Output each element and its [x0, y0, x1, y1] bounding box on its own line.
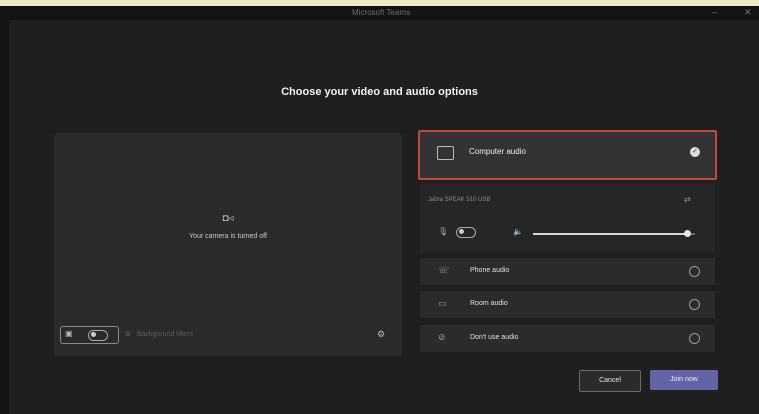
toggle-knob — [91, 332, 96, 337]
camera-off-icon: ◘◃ — [222, 213, 234, 224]
close-icon[interactable]: ✕ — [744, 7, 752, 18]
join-now-button[interactable]: Join now — [650, 370, 718, 390]
toggle-knob — [459, 229, 464, 234]
volume-slider[interactable] — [533, 230, 695, 237]
dont-use-audio-option[interactable]: ⊘ Don't use audio — [420, 325, 715, 352]
window-title: Microsoft Teams — [352, 8, 411, 17]
background-filters-label: Background filters — [136, 331, 193, 338]
volume-handle[interactable] — [683, 230, 691, 237]
phone-icon: ☏ — [438, 265, 450, 275]
video-preview: ◘◃ Your camera is turned off ▣ ⊠ Backgrou… — [54, 133, 402, 356]
phone-audio-option[interactable]: ☏ Phone audio — [420, 258, 715, 285]
room-audio-radio[interactable] — [689, 299, 700, 310]
selected-check-icon: ✓ — [690, 147, 700, 157]
microphone-toggle[interactable] — [456, 227, 476, 238]
dont-use-audio-radio[interactable] — [689, 333, 700, 344]
speaker-icon: 🔈 — [513, 227, 523, 236]
background-filters-button[interactable]: ⊠ Background filters — [125, 330, 193, 338]
computer-audio-option[interactable]: Computer audio ✓ — [418, 130, 717, 180]
no-audio-icon: ⊘ — [438, 332, 446, 342]
phone-audio-label: Phone audio — [470, 267, 510, 274]
camera-status: Your camera is turned off — [189, 233, 267, 240]
audio-device-name[interactable]: Jabra SPEAK 510 USB — [428, 197, 490, 203]
room-audio-option[interactable]: ▭ Room audio — [420, 291, 715, 318]
phone-audio-radio[interactable] — [689, 266, 700, 277]
computer-audio-label: Computer audio — [469, 147, 526, 156]
dont-use-audio-label: Don't use audio — [470, 334, 519, 341]
title-bar: Microsoft Teams – ✕ — [0, 6, 759, 20]
window-frame — [0, 20, 9, 414]
cancel-button[interactable]: Cancel — [579, 370, 641, 392]
camera-icon: ▣ — [65, 329, 73, 338]
room-audio-label: Room audio — [470, 300, 508, 307]
camera-toggle-group[interactable]: ▣ — [60, 326, 119, 344]
page-title: Choose your video and audio options — [281, 86, 478, 98]
minimize-icon[interactable]: – — [712, 7, 717, 17]
computer-audio-icon — [437, 146, 454, 160]
microphone-icon: 🎙 — [438, 227, 449, 236]
audio-device-settings: Jabra SPEAK 510 USB ⇄ 🎙 🔈 — [420, 184, 715, 253]
room-icon: ▭ — [438, 298, 447, 308]
camera-toggle[interactable] — [88, 330, 108, 341]
device-settings-icon[interactable]: ⇄ — [684, 195, 691, 204]
background-filters-icon: ⊠ — [125, 331, 131, 338]
settings-icon[interactable]: ⚙ — [377, 329, 385, 340]
volume-fill — [533, 233, 687, 235]
